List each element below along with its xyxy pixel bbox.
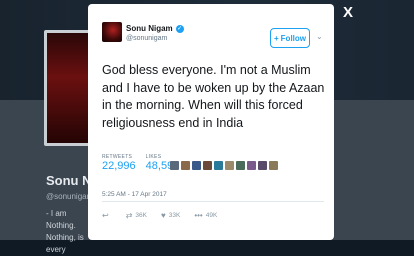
- liker-avatar[interactable]: [236, 161, 245, 170]
- verified-badge-icon: ✓: [175, 24, 184, 33]
- liker-avatar[interactable]: [192, 161, 201, 170]
- author-avatar[interactable]: [102, 22, 122, 42]
- tweet-stats: RETWEETS 22,996 LIKES 48,596: [102, 154, 179, 172]
- reply-button[interactable]: ↩: [102, 211, 112, 220]
- liker-avatar[interactable]: [247, 161, 256, 170]
- like-count: 33K: [168, 212, 181, 219]
- more-count: 49K: [205, 212, 218, 219]
- follow-button[interactable]: + Follow: [270, 28, 310, 48]
- profile-bio: - I am Nothing. Nothing, is every: [46, 208, 86, 256]
- liker-avatar[interactable]: [170, 161, 179, 170]
- tweet-timestamp[interactable]: 5:25 AM - 17 Apr 2017: [102, 191, 167, 198]
- divider: [102, 201, 324, 202]
- liker-avatars: [170, 161, 278, 170]
- heart-icon: ♥: [160, 211, 166, 220]
- close-button[interactable]: X: [343, 4, 353, 21]
- liker-avatar[interactable]: [269, 161, 278, 170]
- chevron-down-icon[interactable]: ⌄: [316, 32, 323, 41]
- retweet-icon: ⇄: [125, 211, 133, 220]
- like-button[interactable]: ♥ 33K: [161, 211, 180, 220]
- liker-avatar[interactable]: [203, 161, 212, 170]
- retweet-button[interactable]: ⇄ 36K: [126, 211, 147, 220]
- profile-bio-line: Nothing, is every: [46, 233, 84, 254]
- tweet-actions: ↩ ⇄ 36K ♥ 33K ••• 49K: [102, 211, 217, 220]
- profile-bio-line: - I am Nothing.: [46, 209, 76, 230]
- tweet-text: God bless everyone. I'm not a Muslim and…: [102, 63, 325, 130]
- add-user-icon: +: [274, 33, 279, 43]
- liker-avatar[interactable]: [258, 161, 267, 170]
- author-handle[interactable]: @sonunigam: [126, 35, 167, 42]
- retweets-stat[interactable]: RETWEETS 22,996: [102, 154, 136, 172]
- retweet-count: 36K: [135, 212, 147, 219]
- liker-avatar[interactable]: [214, 161, 223, 170]
- follow-label: Follow: [280, 33, 306, 43]
- tweet-modal: Sonu Nigam ✓ @sonunigam + Follow ⌄ God b…: [88, 4, 334, 240]
- reply-icon: ↩: [102, 211, 109, 220]
- more-button[interactable]: ••• 49K: [194, 211, 217, 220]
- liker-avatar[interactable]: [225, 161, 234, 170]
- author-name[interactable]: Sonu Nigam: [126, 24, 173, 33]
- profile-handle: @sonunigam: [46, 192, 94, 201]
- liker-avatar[interactable]: [181, 161, 190, 170]
- retweets-value: 22,996: [102, 160, 136, 172]
- author-name-row: Sonu Nigam ✓: [126, 24, 184, 33]
- more-icon: •••: [194, 211, 203, 220]
